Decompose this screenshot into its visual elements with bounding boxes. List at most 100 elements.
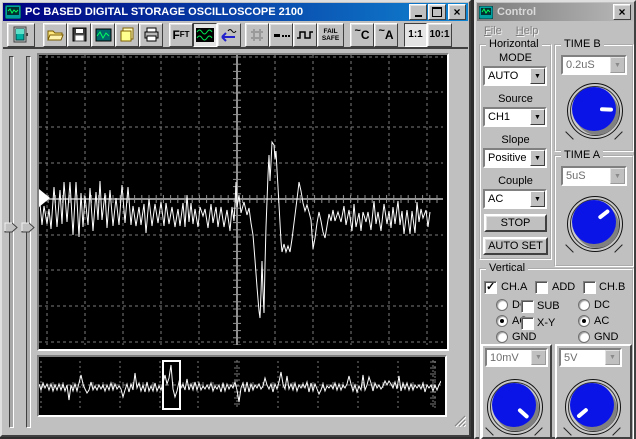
- chevron-down-icon: ▼: [534, 113, 541, 121]
- probe-10-1-button[interactable]: 10:1: [427, 22, 452, 47]
- time-b-value: 0.2uS: [566, 59, 595, 71]
- ch-a-checkbox[interactable]: [484, 280, 497, 294]
- auto-set-label: AUTO SET: [488, 240, 543, 252]
- capture-screen-button[interactable]: [91, 22, 115, 47]
- open-button[interactable]: [43, 22, 67, 47]
- ch-a-ac-radio[interactable]: [496, 315, 508, 327]
- stop-button[interactable]: STOP: [484, 214, 547, 232]
- minimize-button[interactable]: [409, 4, 427, 20]
- time-b-dropdown-button: ▼: [610, 57, 625, 73]
- trigger-marker[interactable]: [39, 189, 50, 207]
- add-checkbox[interactable]: [535, 281, 548, 294]
- ch-a-dc-radio[interactable]: [496, 299, 508, 311]
- slider-thumb[interactable]: [4, 220, 18, 238]
- waveform-display-button[interactable]: [193, 22, 217, 47]
- couple-value: AC: [488, 193, 504, 205]
- calibrate-c-button[interactable]: ~ C: [350, 22, 374, 47]
- slope-dropdown-button[interactable]: ▼: [530, 150, 545, 166]
- ch-a-checkbox-label[interactable]: CH.A: [501, 281, 527, 293]
- back-arrow-wave-icon: [221, 28, 237, 42]
- control-title-bar[interactable]: Control ×: [477, 3, 633, 21]
- fft-sub-label: FT: [179, 30, 190, 39]
- ch-b-ac-radio[interactable]: [578, 315, 590, 327]
- source-dropdown-button[interactable]: ▼: [530, 109, 545, 125]
- stop-label: STOP: [500, 217, 531, 229]
- time-a-select: 5uS ▼: [561, 166, 627, 186]
- ch-a-gnd-radio[interactable]: [496, 331, 508, 343]
- menu-help[interactable]: Help: [516, 25, 539, 37]
- app-icon: [5, 5, 21, 19]
- ch-b-checkbox[interactable]: [583, 281, 596, 294]
- undo-sweep-button[interactable]: [217, 22, 241, 47]
- time-a-knob[interactable]: [565, 196, 625, 254]
- vertical-group-label: Vertical: [486, 262, 529, 274]
- square-wave-button[interactable]: [293, 22, 317, 47]
- ch-a-range-value: 10mV: [490, 351, 519, 364]
- copy-notes-button[interactable]: [115, 22, 139, 47]
- grid-toggle-button[interactable]: [245, 22, 269, 47]
- vertical-group: Vertical CH.A ADD CH.B DC AC GND SUB X-Y…: [479, 262, 634, 439]
- control-close-button[interactable]: ×: [613, 4, 631, 20]
- time-a-group-label: TIME A: [561, 149, 604, 161]
- ch-b-gnd-label[interactable]: GND: [594, 331, 618, 343]
- ch-a-panel: 10mV ▼: [481, 344, 552, 439]
- menu-file[interactable]: File: [484, 25, 502, 37]
- main-title-bar[interactable]: PC BASED DIGITAL STORAGE OSCILLOSCOPE 21…: [3, 3, 468, 21]
- cal-c-label: C: [360, 27, 370, 42]
- couple-dropdown-button[interactable]: ▼: [530, 191, 545, 207]
- ch-b-checkbox-label[interactable]: CH.B: [599, 281, 625, 293]
- ch-b-gain-knob[interactable]: [563, 379, 623, 437]
- auto-set-button[interactable]: AUTO SET: [483, 237, 548, 255]
- dashed-line-button[interactable]: [269, 22, 293, 47]
- sub-checkbox-label[interactable]: SUB: [537, 300, 560, 312]
- desktop: PC BASED DIGITAL STORAGE OSCILLOSCOPE 21…: [0, 0, 636, 439]
- slider-thumb[interactable]: [21, 220, 35, 238]
- square-wave-icon: [297, 30, 313, 39]
- ch-b-gnd-radio[interactable]: [578, 331, 590, 343]
- sub-checkbox[interactable]: [521, 300, 534, 313]
- xy-checkbox-label[interactable]: X-Y: [537, 317, 555, 329]
- ch-b-ac-label[interactable]: AC: [594, 315, 609, 327]
- fail-safe-button[interactable]: FAIL SAFE: [317, 22, 344, 47]
- knob-tick-right: [614, 131, 623, 140]
- ch-b-dc-radio[interactable]: [578, 299, 590, 311]
- probe-1-1-button[interactable]: 1:1: [404, 22, 427, 47]
- add-checkbox-label[interactable]: ADD: [552, 281, 575, 293]
- mode-select[interactable]: AUTO ▼: [483, 66, 547, 86]
- record-preview-panel: [37, 355, 447, 417]
- couple-select[interactable]: AC ▼: [483, 189, 547, 209]
- knob-tick-right: [614, 244, 623, 253]
- chevron-down-icon: ▼: [534, 154, 541, 162]
- calibrate-a-button[interactable]: ~ A: [374, 22, 398, 47]
- cal-c-tilde: ~: [354, 24, 361, 37]
- channel-a-position-slider[interactable]: [4, 52, 19, 432]
- ch-a-gain-knob[interactable]: [485, 379, 545, 437]
- save-button[interactable]: [67, 22, 91, 47]
- toolbar: F FT FAIL SAFE ~ C ~ A 1:1 10:1: [3, 22, 468, 49]
- resize-grip[interactable]: [452, 413, 467, 432]
- control-window-title: Control: [497, 6, 537, 18]
- time-b-group: TIME B 0.2uS ▼: [554, 38, 634, 152]
- fft-button[interactable]: F FT: [169, 22, 193, 47]
- time-b-knob[interactable]: [565, 83, 625, 141]
- slider-track: [9, 56, 14, 428]
- close-button[interactable]: ×: [448, 4, 466, 20]
- ch-b-range-dropdown-button: ▼: [605, 350, 620, 365]
- ch-a-gnd-label[interactable]: GND: [512, 331, 536, 343]
- mode-value: AUTO: [488, 70, 519, 82]
- ch-b-dc-label[interactable]: DC: [594, 299, 610, 311]
- exit-button[interactable]: [7, 22, 35, 47]
- couple-label: Couple: [498, 175, 533, 187]
- chevron-down-icon: ▼: [614, 172, 621, 180]
- mode-dropdown-button[interactable]: ▼: [530, 68, 545, 84]
- oscilloscope-window: PC BASED DIGITAL STORAGE OSCILLOSCOPE 21…: [0, 0, 471, 437]
- maximize-button[interactable]: [428, 4, 446, 20]
- channel-b-position-slider[interactable]: [21, 52, 36, 432]
- print-button[interactable]: [139, 22, 163, 47]
- knob-tick-left: [565, 131, 574, 140]
- xy-checkbox[interactable]: [521, 317, 534, 330]
- slope-select[interactable]: Positive ▼: [483, 148, 547, 168]
- source-select[interactable]: CH1 ▼: [483, 107, 547, 127]
- horizontal-group-label: Horizontal: [486, 38, 542, 50]
- fail-safe-label: FAIL SAFE: [321, 27, 340, 42]
